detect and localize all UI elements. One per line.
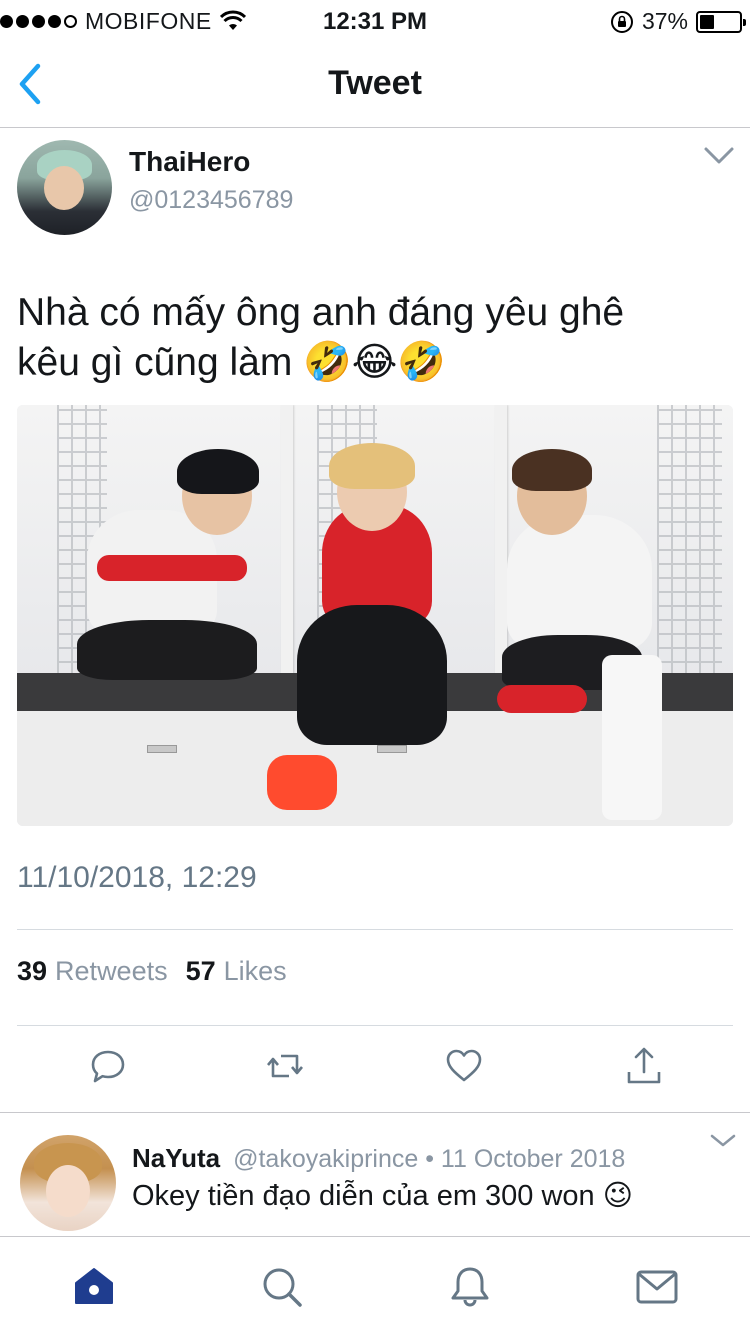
share-icon[interactable] [624,1046,664,1086]
tab-bar [0,1236,750,1334]
tweet-timestamp: 11/10/2018, 12:29 [17,861,257,894]
chevron-down-icon[interactable] [703,146,735,166]
tweet-text: Nhà có mấy ông anh đáng yêu ghê kêu gì c… [17,288,737,388]
tweet-photo[interactable] [17,405,733,826]
reply-meta: @takoyakiprince • 11 October 2018 [233,1145,626,1173]
reply-icon[interactable] [88,1046,128,1086]
retweet-icon[interactable] [265,1046,305,1086]
divider [17,929,733,930]
reply-text: Okey tiền đạo diễn của em 300 won 😉 [132,1180,633,1212]
author-name[interactable]: ThaiHero [129,146,250,178]
reply-header: NaYuta @takoyakiprince • 11 October 2018 [132,1143,625,1174]
divider [0,1112,750,1113]
orientation-lock-icon [610,10,633,33]
messages-icon[interactable] [635,1265,679,1309]
reply-avatar[interactable] [20,1135,116,1231]
heart-icon[interactable] [444,1046,484,1086]
home-icon[interactable] [72,1265,116,1309]
reply-author-name[interactable]: NaYuta [132,1143,220,1173]
tweet-text-line-2: kêu gì cũng làm 🤣😂🤣 [17,341,446,384]
battery-percent: 37% [641,8,688,34]
likes-label[interactable]: Likes [224,956,287,987]
search-icon[interactable] [260,1265,304,1309]
retweets-label[interactable]: Retweets [55,956,168,987]
tweet-stats: 39 Retweets 57 Likes [17,956,305,987]
likes-count[interactable]: 57 [186,956,216,987]
status-right: 37% [610,8,746,35]
chevron-down-icon[interactable] [710,1134,736,1148]
tweet-action-bar [0,1046,750,1094]
retweets-count[interactable]: 39 [17,956,47,987]
author-avatar[interactable] [17,140,112,235]
author-handle[interactable]: @0123456789 [129,186,293,215]
navigation-bar: Tweet [0,40,750,128]
status-bar: MOBIFONE 12:31 PM 37% [0,0,750,40]
battery-icon [696,10,746,33]
page-title: Tweet [328,64,422,102]
notifications-icon[interactable] [448,1265,492,1309]
tweet-text-line-1: Nhà có mấy ông anh đáng yêu ghê [17,291,625,334]
divider [17,1025,733,1026]
